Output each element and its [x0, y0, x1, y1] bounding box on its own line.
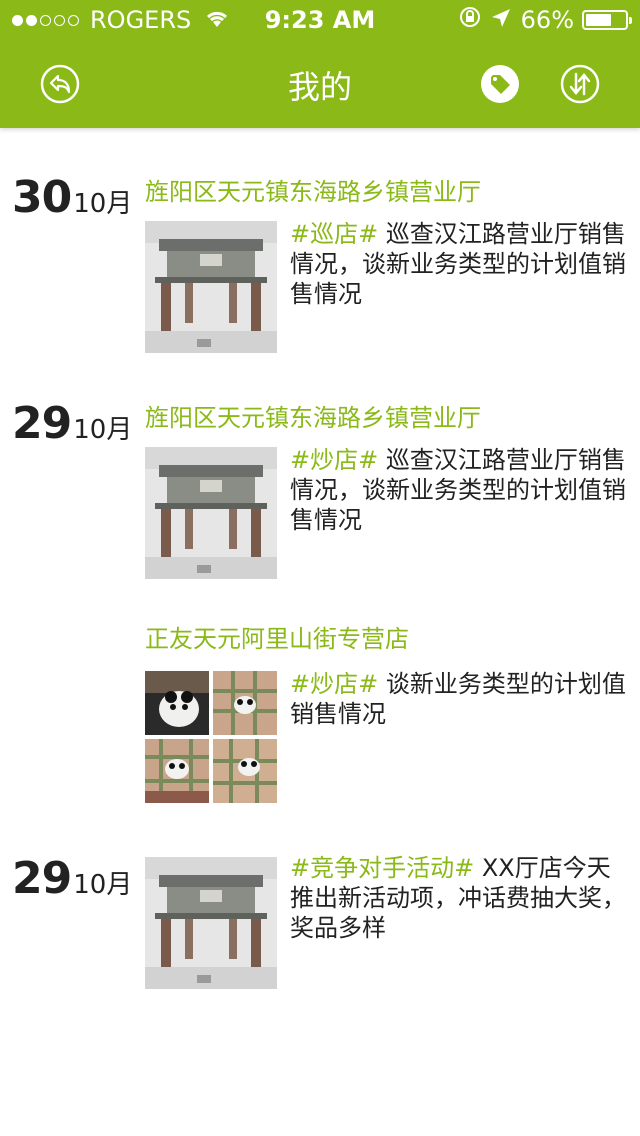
- entry-location[interactable]: 正友天元阿里山街专营店: [145, 619, 409, 654]
- status-bar: ROGERS 9:23 AM 66%: [0, 0, 640, 40]
- top-bar: ROGERS 9:23 AM 66% 我的: [0, 0, 640, 128]
- entry-photo[interactable]: [145, 857, 277, 989]
- snowy-archway-photo: [145, 857, 277, 989]
- entry-photo[interactable]: [145, 447, 277, 579]
- entry-photo[interactable]: [145, 221, 277, 353]
- entry-location[interactable]: 旌阳区天元镇东海路乡镇营业厅: [145, 398, 481, 433]
- entry-date: 2910月: [12, 398, 132, 449]
- panda-toy-photo-2[interactable]: [213, 671, 277, 735]
- entry-tag[interactable]: #竞争对手活动#: [290, 854, 474, 882]
- tag-button[interactable]: [480, 64, 520, 104]
- entry-location[interactable]: 旌阳区天元镇东海路乡镇营业厅: [145, 172, 481, 207]
- sort-button[interactable]: [560, 64, 600, 104]
- sort-swap-icon: [560, 64, 600, 104]
- panda-toy-photo-4[interactable]: [213, 739, 277, 803]
- date-month: 10月: [73, 189, 133, 219]
- battery-icon: [582, 10, 632, 30]
- tag-icon: [481, 65, 519, 103]
- snowy-archway-photo: [145, 447, 277, 579]
- date-day: 30: [12, 172, 72, 223]
- entry-text: #竞争对手活动# XX厅店今天推出新活动项，冲话费抽大奖，奖品多样: [290, 853, 630, 943]
- date-month: 10月: [73, 870, 133, 900]
- status-right: 66%: [459, 6, 632, 34]
- entry-tag[interactable]: #炒店#: [290, 446, 378, 474]
- battery-fill: [586, 14, 612, 26]
- date-day: 29: [12, 398, 72, 449]
- date-day: 29: [12, 853, 72, 904]
- date-month: 10月: [73, 415, 133, 445]
- entry-date: 2910月: [12, 853, 132, 904]
- entry-tag[interactable]: #炒店#: [290, 670, 378, 698]
- entry-text: #炒店# 谈新业务类型的计划值销售情况: [290, 669, 630, 729]
- navigation-bar: 我的: [0, 40, 640, 128]
- panda-toy-photo-3[interactable]: [145, 739, 209, 803]
- page-title: 我的: [287, 68, 352, 106]
- entry-photo-grid[interactable]: [145, 671, 277, 803]
- entry-text: #炒店# 巡查汉江路营业厅销售情况，谈新业务类型的计划值销售情况: [290, 445, 630, 535]
- entry-date: 3010月: [12, 172, 132, 223]
- snowy-archway-photo: [145, 221, 277, 353]
- entry-text: #巡店# 巡查汉江路营业厅销售情况，谈新业务类型的计划值销售情况: [290, 219, 630, 309]
- location-arrow-icon: [491, 6, 511, 34]
- entry-tag[interactable]: #巡店#: [290, 220, 378, 248]
- panda-toy-photo-1[interactable]: [145, 671, 209, 735]
- battery-percent: 66%: [520, 6, 574, 34]
- rotation-lock-icon: [459, 6, 481, 34]
